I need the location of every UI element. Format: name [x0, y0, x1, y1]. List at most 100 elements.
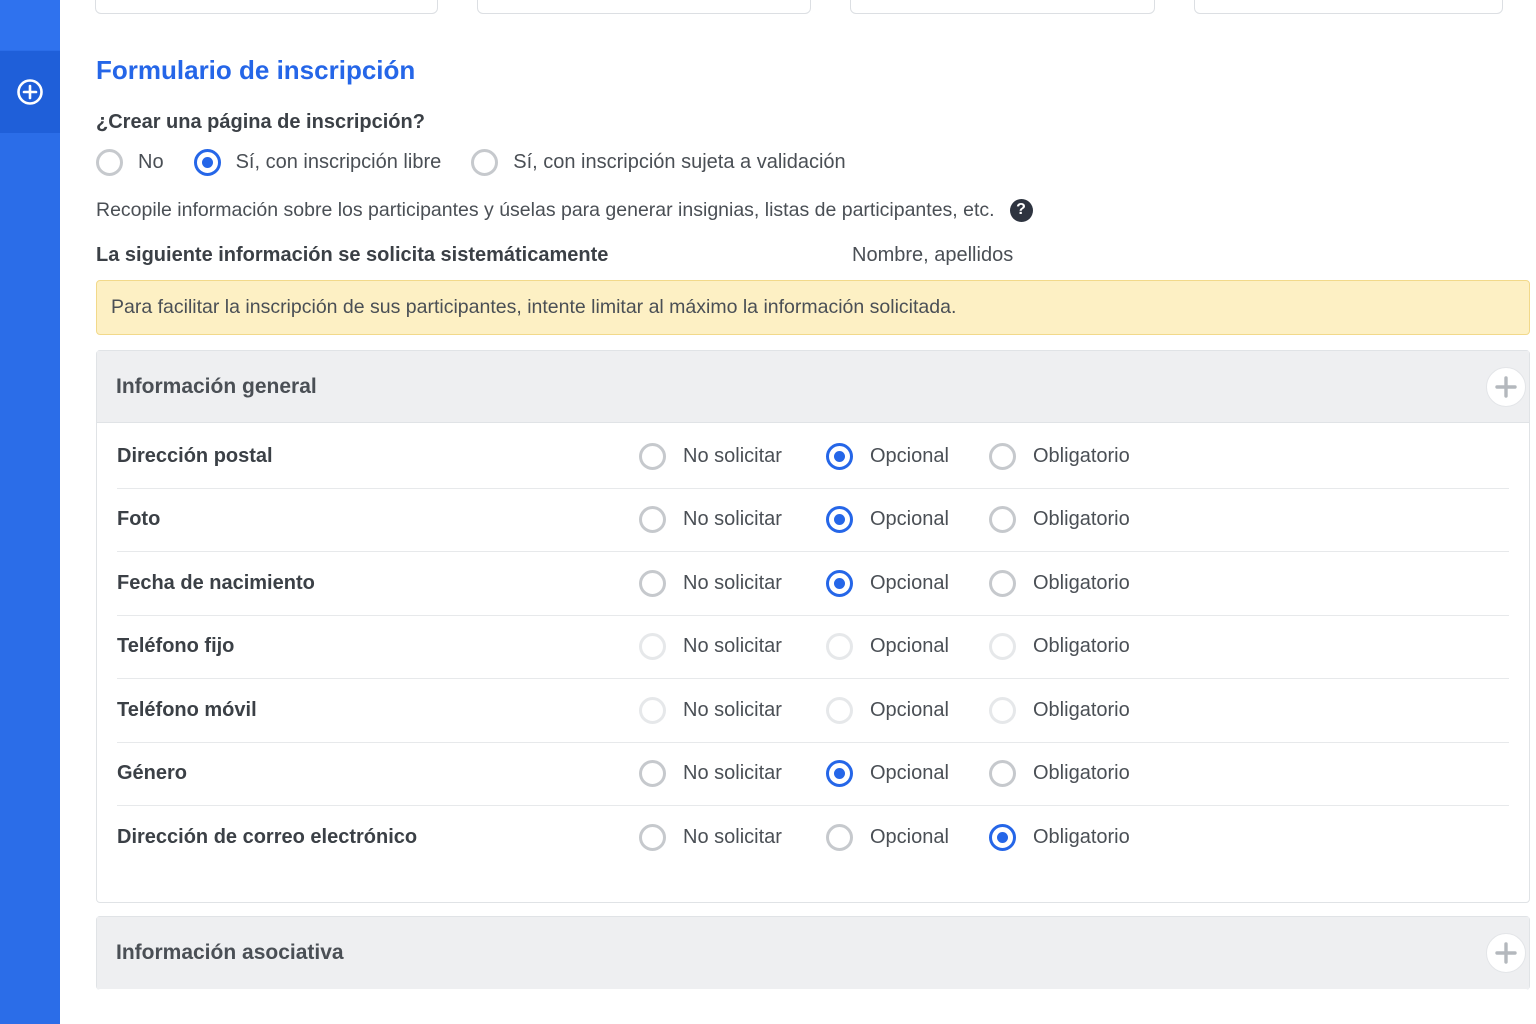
field-row: Teléfono fijo No solicitar Opcional Obligat…	[117, 616, 1509, 679]
field-option-no[interactable]: No solicitar	[639, 696, 782, 724]
radio-no[interactable]	[96, 148, 123, 176]
radio-label-required: Obligatorio	[1033, 826, 1130, 849]
field-option-no[interactable]: No solicitar	[639, 569, 782, 597]
radio-label-optional: Opcional	[870, 698, 949, 721]
radio-optional[interactable]	[826, 569, 853, 597]
sidebar-add-button[interactable]	[0, 51, 60, 133]
field-option-optional[interactable]: Opcional	[826, 442, 949, 470]
field-option-required[interactable]: Obligatorio	[989, 696, 1130, 724]
description-row: Recopile información sobre los participa…	[96, 196, 1033, 224]
top-card	[1194, 0, 1503, 14]
field-row: Dirección postal No solicitar Opcional Obli…	[117, 425, 1509, 489]
radio-label-free-registration: Sí, con inscripción libre	[235, 150, 442, 173]
field-row: Dirección de correo electrónico No solici…	[117, 806, 1509, 870]
field-option-required[interactable]: Obligatorio	[989, 442, 1130, 470]
systematic-info-label: La siguiente información se solicita sis…	[96, 244, 609, 266]
field-label: Teléfono fijo	[117, 635, 235, 658]
associative-info-title: Información asociativa	[116, 941, 344, 964]
field-option-no[interactable]: No solicitar	[639, 824, 782, 852]
radio-label-optional: Opcional	[870, 826, 949, 849]
plus-icon[interactable]	[1486, 933, 1526, 973]
radio-optional[interactable]	[826, 442, 853, 470]
radio-label-required: Obligatorio	[1033, 571, 1130, 594]
radio-no[interactable]	[639, 506, 666, 534]
notice-text: Para facilitar la inscripción de sus par…	[111, 296, 957, 318]
field-label: Dirección postal	[117, 444, 273, 467]
radio-required[interactable]	[989, 442, 1016, 470]
radio-optional[interactable]	[826, 633, 853, 661]
top-card	[477, 0, 811, 14]
radio-required[interactable]	[989, 760, 1016, 788]
radio-free-registration[interactable]	[193, 148, 221, 176]
registration-option-no[interactable]: No	[96, 148, 164, 176]
radio-label-optional: Opcional	[870, 444, 949, 467]
radio-no[interactable]	[639, 442, 666, 470]
field-row: Teléfono móvil No solicitar Opcional Obliga…	[117, 679, 1509, 743]
field-label: Fecha de nacimiento	[117, 571, 315, 594]
radio-label-required: Obligatorio	[1033, 635, 1130, 658]
field-option-optional[interactable]: Opcional	[826, 696, 949, 724]
field-option-optional[interactable]: Opcional	[826, 569, 949, 597]
radio-label-optional: Opcional	[870, 508, 949, 531]
circle-plus-icon	[16, 78, 44, 106]
associative-info-header[interactable]: Información asociativa	[97, 917, 1529, 989]
radio-optional[interactable]	[826, 506, 853, 534]
field-row: Género No solicitar Opcional Obligatorio	[117, 743, 1509, 806]
radio-label-required: Obligatorio	[1033, 762, 1130, 785]
radio-label-required: Obligatorio	[1033, 698, 1130, 721]
field-option-optional[interactable]: Opcional	[826, 824, 949, 852]
radio-required[interactable]	[989, 506, 1016, 534]
radio-no[interactable]	[639, 824, 666, 852]
field-option-optional[interactable]: Opcional	[826, 760, 949, 788]
radio-label-optional: Opcional	[870, 762, 949, 785]
general-info-header[interactable]: Información general	[97, 351, 1529, 423]
field-option-required[interactable]: Obligatorio	[989, 633, 1130, 661]
sidebar-top-strip	[0, 0, 60, 50]
radio-optional[interactable]	[826, 824, 853, 852]
systematic-info-value: Nombre, apellidos	[852, 244, 1014, 266]
radio-no[interactable]	[639, 760, 666, 788]
field-option-required[interactable]: Obligatorio	[989, 569, 1130, 597]
radio-label-validation-registration: Sí, con inscripción sujeta a validación	[513, 150, 846, 173]
associative-info-panel: Información asociativa	[96, 916, 1530, 990]
field-option-optional[interactable]: Opcional	[826, 506, 949, 534]
radio-optional[interactable]	[826, 696, 853, 724]
top-card	[95, 0, 438, 14]
plus-icon[interactable]	[1486, 367, 1526, 407]
radio-label-no: No solicitar	[683, 571, 782, 594]
field-option-no[interactable]: No solicitar	[639, 760, 782, 788]
field-option-required[interactable]: Obligatorio	[989, 760, 1130, 788]
field-option-optional[interactable]: Opcional	[826, 633, 949, 661]
field-label: Teléfono móvil	[117, 698, 257, 721]
radio-no[interactable]	[639, 696, 666, 724]
radio-no[interactable]	[639, 633, 666, 661]
radio-optional[interactable]	[826, 760, 853, 788]
radio-label-no: No	[138, 150, 164, 173]
field-label: Foto	[117, 508, 161, 531]
general-info-title: Información general	[116, 374, 317, 398]
radio-no[interactable]	[639, 569, 666, 597]
radio-label-no: No solicitar	[683, 508, 782, 531]
field-option-required[interactable]: Obligatorio	[989, 824, 1130, 852]
general-info-panel: Información general Dirección postal No s…	[96, 350, 1530, 903]
registration-option-free[interactable]: Sí, con inscripción libre	[193, 148, 442, 176]
radio-required[interactable]	[989, 633, 1016, 661]
radio-label-optional: Opcional	[870, 571, 949, 594]
registration-page-question: ¿Crear una página de inscripción?	[96, 111, 425, 133]
general-info-fields: Dirección postal No solicitar Opcional Obli…	[97, 423, 1529, 870]
registration-option-validation[interactable]: Sí, con inscripción sujeta a validación	[471, 148, 846, 176]
top-card	[850, 0, 1155, 14]
radio-label-no: No solicitar	[683, 762, 782, 785]
field-option-required[interactable]: Obligatorio	[989, 506, 1130, 534]
field-option-no[interactable]: No solicitar	[639, 442, 782, 470]
field-option-no[interactable]: No solicitar	[639, 633, 782, 661]
radio-required[interactable]	[989, 696, 1016, 724]
radio-validation-registration[interactable]	[471, 148, 499, 176]
radio-required[interactable]	[989, 569, 1016, 597]
notice-banner: Para facilitar la inscripción de sus par…	[96, 280, 1530, 335]
radio-required[interactable]	[989, 824, 1016, 852]
page-title: Formulario de inscripción	[96, 55, 416, 85]
field-label: Género	[117, 762, 188, 785]
question-circle-icon[interactable]: ?	[1009, 198, 1033, 222]
field-option-no[interactable]: No solicitar	[639, 506, 782, 534]
